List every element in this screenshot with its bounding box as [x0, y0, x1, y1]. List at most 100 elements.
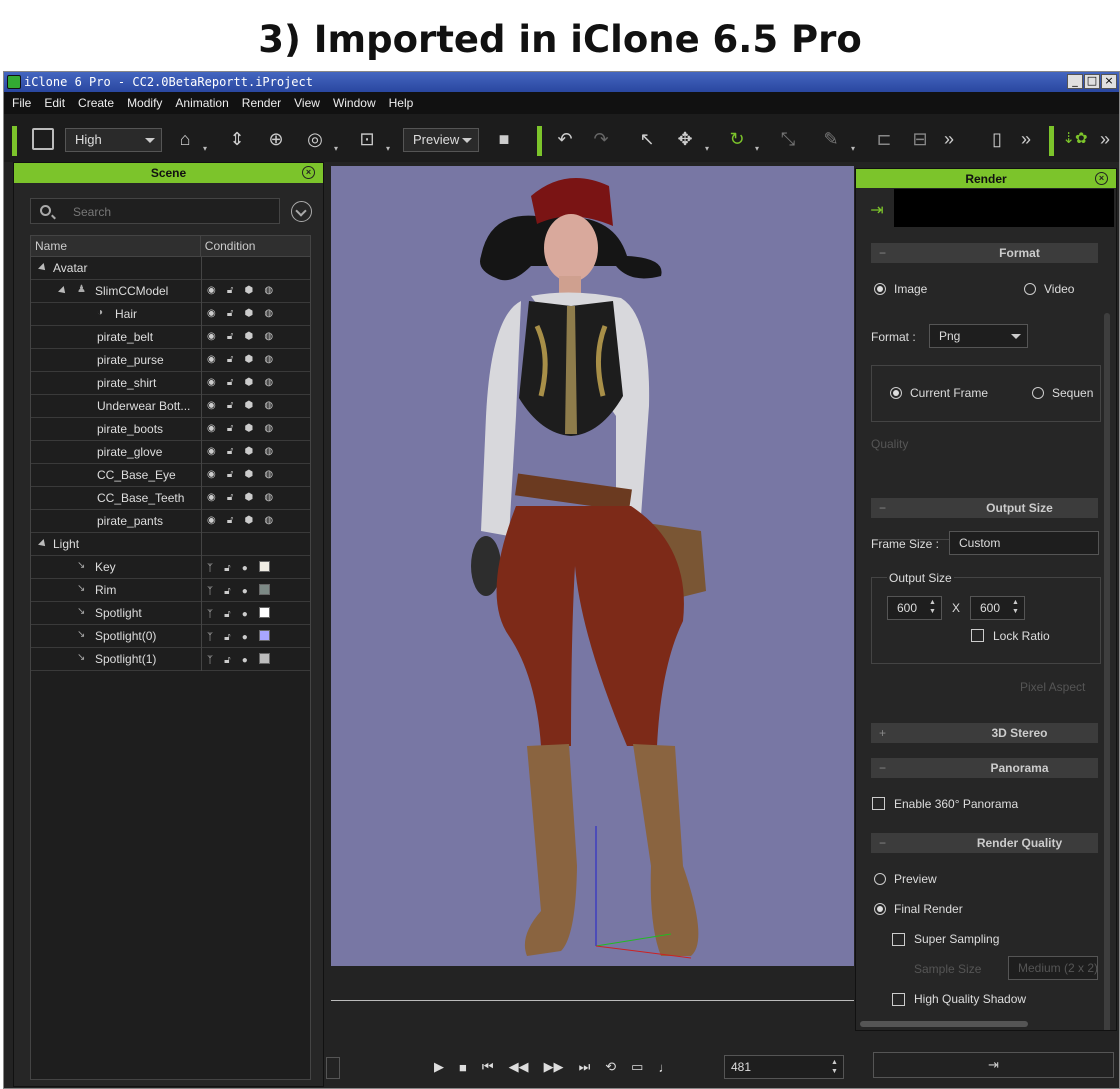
eye-icon[interactable]: ◉ [207, 492, 216, 503]
camera-orbit-icon[interactable]: ◎ [302, 126, 328, 152]
frame-spinner-icon[interactable]: ▲ ▼ [831, 1058, 841, 1076]
cube-icon[interactable]: ⬢ [244, 423, 253, 434]
align-icon[interactable]: ⊏ [871, 126, 897, 152]
lock-icon[interactable]: 🔓︎ [227, 423, 233, 434]
width-field[interactable]: 600 ▲ ▼ [887, 596, 942, 620]
export-icon[interactable]: ⇥ [862, 196, 892, 226]
tree-row[interactable]: ↘ Spotlight ᛉ 🔓︎ ● [31, 602, 310, 625]
layout-icon[interactable] [32, 128, 54, 150]
cube-icon[interactable]: ⬢ [244, 285, 253, 296]
current-frame-radio[interactable] [890, 387, 902, 399]
move-dropdown-icon[interactable]: ▾ [705, 144, 709, 153]
camera-icon[interactable]: ■ [491, 126, 517, 152]
render-hscrollbar[interactable] [860, 1021, 1028, 1027]
sequence-radio[interactable] [1032, 387, 1044, 399]
eye-icon[interactable]: ◉ [207, 400, 216, 411]
audio-icon[interactable]: ♩ [658, 1060, 671, 1075]
cube-icon[interactable]: ⬢ [244, 331, 253, 342]
cube-icon[interactable]: ⬢ [244, 400, 253, 411]
eye-icon[interactable]: ◉ [207, 331, 216, 342]
lock-icon[interactable]: 🔓︎ [227, 446, 233, 457]
frame-field[interactable]: 481 ▲ ▼ [724, 1055, 844, 1079]
eye-icon[interactable]: ◉ [207, 285, 216, 296]
height-field[interactable]: 600 ▲ ▼ [970, 596, 1025, 620]
condition-icons[interactable]: ◉ 🔓︎ ⬢ ◍ [207, 515, 273, 526]
distribute-icon[interactable]: ⊟ [907, 126, 933, 152]
orbit-dropdown-icon[interactable]: ▾ [334, 144, 338, 153]
cube-icon[interactable]: ⬢ [244, 308, 253, 319]
visibility-icon[interactable]: ᛉ [207, 655, 213, 666]
condition-icons[interactable]: ◉ 🔓︎ ⬢ ◍ [207, 423, 273, 434]
lock-icon[interactable]: 🔓︎ [224, 563, 230, 574]
home-icon[interactable]: ⌂ [172, 126, 198, 152]
tree-row[interactable]: pirate_purse ◉ 🔓︎ ⬢ ◍ [31, 349, 310, 372]
frame-dropdown-icon[interactable]: ▾ [386, 144, 390, 153]
tree-row[interactable]: ↘ Spotlight(1) ᛉ 🔓︎ ● [31, 648, 310, 671]
tree-row[interactable]: Underwear Bott... ◉ 🔓︎ ⬢ ◍ [31, 395, 310, 418]
menu-file[interactable]: File [12, 96, 31, 110]
more-character-icon[interactable]: » [1095, 126, 1115, 152]
pick-icon[interactable]: ✎ [818, 126, 844, 152]
final-render-radio[interactable] [874, 903, 886, 915]
subtitle-icon[interactable]: ▭ [631, 1059, 643, 1075]
lock-icon[interactable]: 🔓︎ [224, 586, 230, 597]
export-render-button[interactable]: ⇥ [873, 1052, 1114, 1078]
undo-icon[interactable]: ↶ [552, 126, 578, 152]
tree-row[interactable]: ♟ SlimCCModel ◉ 🔓︎ ⬢ ◍ [31, 280, 310, 303]
move-icon[interactable]: ✥ [672, 126, 698, 152]
enable-panorama-checkbox[interactable] [872, 797, 885, 810]
condition-icons[interactable]: ◉ 🔓︎ ⬢ ◍ [207, 469, 273, 480]
menu-help[interactable]: Help [389, 96, 414, 110]
search-options-icon[interactable] [291, 201, 312, 222]
condition-icons[interactable]: ◉ 🔓︎ ⬢ ◍ [207, 285, 273, 296]
light-color-swatch[interactable] [258, 630, 270, 641]
eye-icon[interactable]: ◉ [207, 515, 216, 526]
sphere-icon[interactable]: ◍ [264, 469, 273, 480]
expand-icon[interactable] [58, 286, 68, 296]
frame-select-icon[interactable]: ⊡ [354, 126, 380, 152]
lock-icon[interactable]: 🔓︎ [227, 469, 233, 480]
play-icon[interactable]: ▶ [434, 1059, 444, 1075]
lock-ratio-checkbox[interactable] [971, 629, 984, 642]
sphere-icon[interactable]: ◍ [264, 377, 273, 388]
expand-icon[interactable] [38, 263, 48, 273]
cube-icon[interactable]: ⬢ [244, 469, 253, 480]
sphere-icon[interactable]: ◍ [264, 446, 273, 457]
condition-icons[interactable]: ᛉ 🔓︎ ● [207, 653, 270, 666]
eye-icon[interactable]: ◉ [207, 469, 216, 480]
eye-icon[interactable]: ◉ [207, 446, 216, 457]
minimize-button[interactable]: _ [1067, 74, 1083, 89]
section-panorama[interactable]: − Panorama [871, 758, 1098, 778]
cube-icon[interactable]: ⬢ [244, 515, 253, 526]
eye-icon[interactable]: ◉ [207, 354, 216, 365]
loop-icon[interactable]: ⟲ [605, 1059, 616, 1075]
lock-icon[interactable]: 🔓︎ [227, 285, 233, 296]
timeline-left-box[interactable] [326, 1057, 340, 1079]
visibility-icon[interactable]: ᛉ [207, 632, 213, 643]
sphere-icon[interactable]: ◍ [264, 308, 273, 319]
document-icon[interactable]: ▯ [986, 126, 1008, 152]
condition-icons[interactable]: ◉ 🔓︎ ⬢ ◍ [207, 308, 273, 319]
expand-icon[interactable] [38, 539, 48, 549]
tree-row[interactable]: Light [31, 533, 310, 556]
last-frame-icon[interactable]: ⏭ [579, 1059, 591, 1075]
visibility-icon[interactable]: ᛉ [207, 609, 213, 620]
condition-icons[interactable]: ᛉ 🔓︎ ● [207, 607, 270, 620]
timeline-track[interactable] [331, 1000, 854, 1001]
preview-radio[interactable] [874, 873, 886, 885]
condition-icons[interactable]: ◉ 🔓︎ ⬢ ◍ [207, 446, 273, 457]
condition-icons[interactable]: ᛉ 🔓︎ ● [207, 561, 270, 574]
condition-icons[interactable]: ᛉ 🔓︎ ● [207, 630, 270, 643]
hq-shadow-checkbox[interactable] [892, 993, 905, 1006]
condition-icons[interactable]: ◉ 🔓︎ ⬢ ◍ [207, 331, 273, 342]
column-condition[interactable]: Condition [201, 236, 310, 256]
tree-row[interactable]: ↘ Spotlight(0) ᛉ 🔓︎ ● [31, 625, 310, 648]
lock-icon[interactable]: 🔓︎ [227, 377, 233, 388]
redo-icon[interactable]: ↷ [588, 126, 614, 152]
condition-icons[interactable]: ◉ 🔓︎ ⬢ ◍ [207, 400, 273, 411]
lock-icon[interactable]: 🔓︎ [227, 400, 233, 411]
menu-create[interactable]: Create [78, 96, 114, 110]
menu-animation[interactable]: Animation [175, 96, 228, 110]
super-sampling-checkbox[interactable] [892, 933, 905, 946]
select-arrow-icon[interactable]: ↖ [634, 126, 660, 152]
